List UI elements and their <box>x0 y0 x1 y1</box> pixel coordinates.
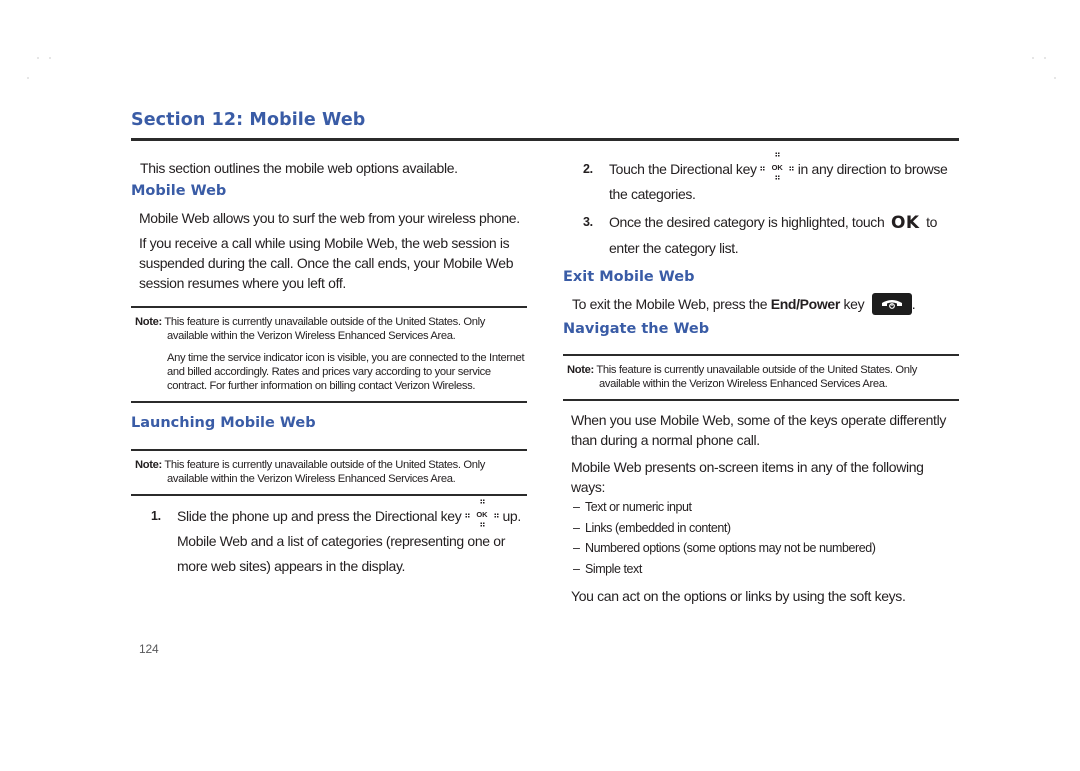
left-column: This section outlines the mobile web opt… <box>131 152 527 579</box>
heading-exit-mobile-web: Exit Mobile Web <box>563 269 695 285</box>
step-text: Touch the Directional key OK in any dire… <box>609 152 959 207</box>
section-title: Section 12: Mobile Web <box>131 110 366 130</box>
exit-end-punct: . <box>911 296 916 312</box>
note-divider-bottom <box>131 401 527 403</box>
note-text: This feature is currently unavailable ou… <box>164 459 485 471</box>
crop-mark <box>49 57 51 59</box>
note-divider-bottom <box>131 494 527 496</box>
step-number: 2. <box>583 162 593 176</box>
step-text-before: Touch the Directional key <box>609 161 757 177</box>
directional-key-icon: OK <box>464 499 499 527</box>
note-divider-top <box>131 306 527 308</box>
exit-instructions: To exit the Mobile Web, press the End/Po… <box>563 293 959 315</box>
note-box: Note: This feature is currently unavaila… <box>567 363 959 391</box>
crop-mark <box>1054 77 1056 79</box>
crop-mark <box>37 57 39 59</box>
step-text-before: Once the desired category is highlighted… <box>609 214 885 230</box>
step-2: 2. Touch the Directional key OK in any d… <box>563 152 959 207</box>
exit-text-after: key <box>843 296 865 312</box>
step-number: 3. <box>583 215 593 229</box>
navigate-paragraph-2: Mobile Web presents on-screen items in a… <box>571 459 924 495</box>
note-box: Note: This feature is currently unavaila… <box>135 458 527 486</box>
note-text-cont: available within the Verizon Wireless En… <box>167 330 456 342</box>
note-divider-top <box>131 449 527 451</box>
list-item: Text or numeric input <box>563 497 959 518</box>
presentation-ways-list: Text or numeric input Links (embedded in… <box>563 497 959 579</box>
end-power-key-icon <box>871 293 912 315</box>
note-label: Note: <box>135 459 162 471</box>
heading-navigate-the-web: Navigate the Web <box>563 321 710 337</box>
note-text-cont: available within the Verizon Wireless En… <box>599 378 888 390</box>
ok-key-icon: OK <box>890 213 920 233</box>
note-extra-text: Any time the service indicator icon is v… <box>167 352 525 392</box>
step-3: 3. Once the desired category is highligh… <box>563 210 959 261</box>
note-text: This feature is currently unavailable ou… <box>164 316 485 328</box>
list-item: Simple text <box>563 559 959 580</box>
step-number: 1. <box>151 509 161 523</box>
step-text-before: Slide the phone up and press the Directi… <box>177 508 462 524</box>
step-1: 1. Slide the phone up and press the Dire… <box>131 499 527 579</box>
intro-text: This section outlines the mobile web opt… <box>140 160 458 176</box>
mobile-web-paragraph-1: Mobile Web allows you to surf the web fr… <box>139 210 520 226</box>
exit-text-before: To exit the Mobile Web, press the <box>572 296 768 312</box>
right-column: 2. Touch the Directional key OK in any d… <box>563 152 959 606</box>
step-text: Once the desired category is highlighted… <box>609 210 959 261</box>
navigate-paragraph-1: When you use Mobile Web, some of the key… <box>571 412 947 448</box>
end-power-key-name: End/Power <box>770 296 841 312</box>
note-divider-top <box>563 354 959 356</box>
page-number: 124 <box>139 642 159 656</box>
directional-key-icon: OK <box>760 152 795 180</box>
crop-mark <box>1044 57 1046 59</box>
title-divider <box>131 138 959 141</box>
crop-mark <box>27 77 29 79</box>
note-label: Note: <box>135 316 162 328</box>
list-item: Numbered options (some options may not b… <box>563 538 959 559</box>
note-box: Note: This feature is currently unavaila… <box>135 315 527 393</box>
heading-mobile-web: Mobile Web <box>131 183 227 199</box>
mobile-web-paragraph-2: If you receive a call while using Mobile… <box>139 235 514 291</box>
note-text-cont: available within the Verizon Wireless En… <box>167 473 456 485</box>
navigate-closing: You can act on the options or links by u… <box>571 588 906 604</box>
note-label: Note: <box>567 364 594 376</box>
note-divider-bottom <box>563 399 959 401</box>
note-text: This feature is currently unavailable ou… <box>596 364 917 376</box>
list-item: Links (embedded in content) <box>563 518 959 539</box>
crop-mark <box>1032 57 1034 59</box>
heading-launching-mobile-web: Launching Mobile Web <box>131 415 316 431</box>
step-text: Slide the phone up and press the Directi… <box>177 499 527 579</box>
